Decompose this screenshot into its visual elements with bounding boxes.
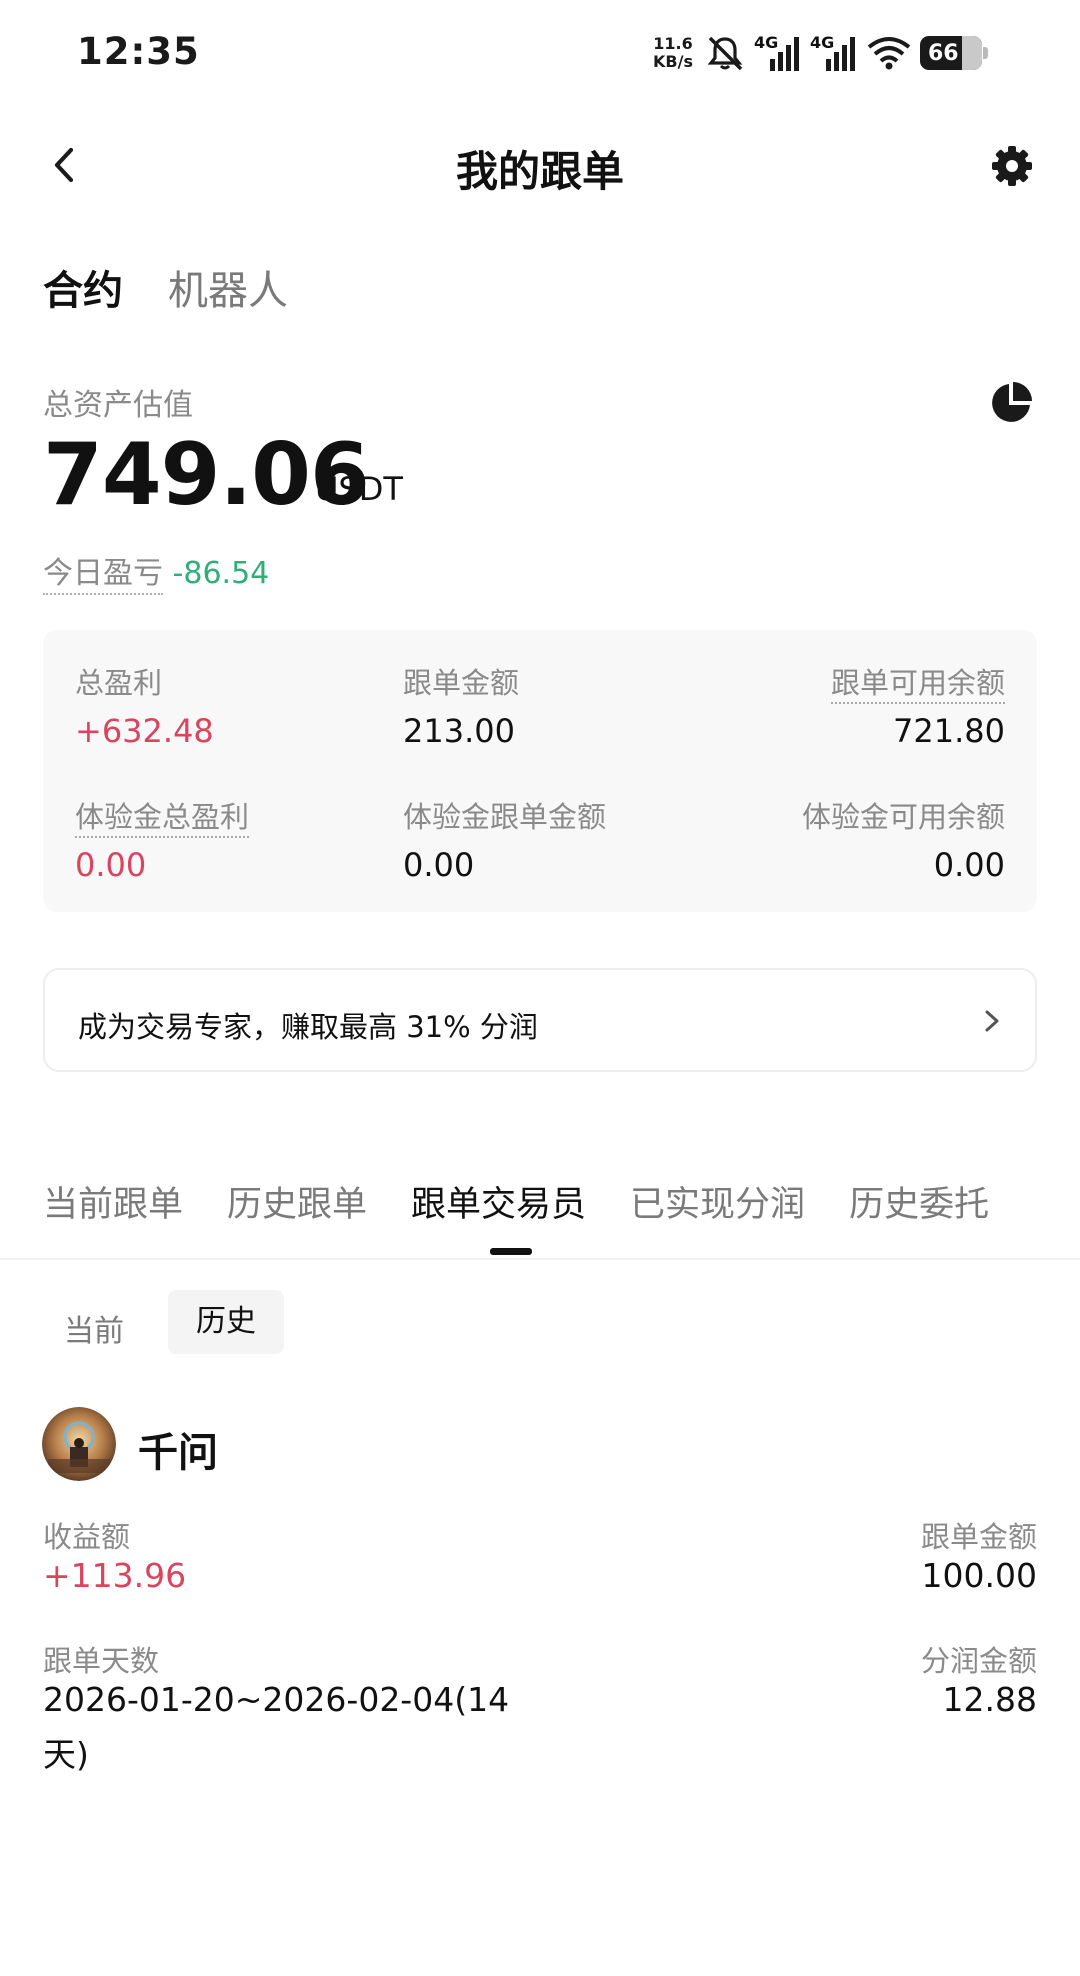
signal-4g-2: 4G [810,33,858,73]
status-time: 12:35 [77,30,200,73]
tab-current-copy[interactable]: 当前跟单 [43,1176,183,1227]
copy-days-value-line1: 2026-01-20~2026-02-04(14 [43,1680,510,1719]
stat-trial-copy-label: 体验金跟单金额 [403,800,607,834]
stat-trial-profit: 体验金总盈利 0.00 [75,794,250,884]
stat-total-profit: 总盈利 +632.48 [75,660,214,750]
segment-history[interactable]: 历史 [168,1290,284,1354]
signal-4g-1: 4G [754,33,802,73]
wifi-icon [867,37,911,70]
sub-tabs: 当前跟单 历史跟单 跟单交易员 已实现分润 历史委托 [43,1176,989,1227]
net-speed: 11.6 KB/s [650,35,696,71]
banner-text: 成为交易专家，赚取最高 31% 分润 [78,1010,538,1044]
earnings-label: 收益额 [43,1520,131,1554]
battery-indicator: 66 [920,36,988,70]
signal-bars-icon [826,37,855,71]
page-title: 我的跟单 [455,147,624,196]
today-pnl-value: -86.54 [172,556,270,591]
net-speed-unit: KB/s [653,52,693,71]
stat-available-label[interactable]: 跟单可用余额 [830,666,1005,704]
stat-trial-profit-value: 0.00 [75,846,147,884]
stat-available: 跟单可用余额 721.80 [830,660,1005,750]
battery-level: 66 [928,40,959,66]
total-assets-unit: USDT [315,470,403,508]
chevron-right-icon [985,1010,999,1032]
stat-trial-available-label: 体验金可用余额 [801,800,1005,834]
stat-trial-profit-label[interactable]: 体验金总盈利 [75,800,250,838]
today-pnl[interactable]: 今日盈亏 -86.54 [43,548,270,595]
stat-available-value: 721.80 [893,712,1005,750]
pie-chart-icon[interactable] [988,380,1034,426]
stat-trial-available-value: 0.00 [933,846,1005,884]
tab-realized-profit-share[interactable]: 已实现分润 [630,1176,805,1227]
total-assets-label: 总资产估值 [43,388,193,423]
trader-avatar[interactable] [42,1407,116,1481]
stat-copy-amount-value: 213.00 [403,712,515,750]
copy-amount-label: 跟单金额 [920,1520,1037,1554]
active-tab-indicator [490,1248,532,1255]
stat-copy-amount-label: 跟单金额 [403,666,520,700]
net-speed-value: 11.6 [653,34,693,53]
stat-trial-copy-value: 0.00 [403,846,475,884]
profit-share-value: 12.88 [942,1680,1037,1719]
divider [0,1258,1080,1260]
become-expert-banner[interactable]: 成为交易专家，赚取最高 31% 分润 [43,968,1037,1072]
earnings-value: +113.96 [43,1556,187,1595]
copy-days-value-line2: 天) [43,1735,89,1774]
tab-copy-traders[interactable]: 跟单交易员 [411,1176,586,1227]
tab-history-orders[interactable]: 历史委托 [849,1176,989,1227]
bell-muted-icon [707,36,743,71]
stat-total-profit-value: +632.48 [75,712,214,750]
segment-current[interactable]: 当前 [64,1306,124,1350]
settings-gear-icon[interactable] [986,140,1038,192]
stat-copy-amount: 跟单金额 213.00 [403,660,519,750]
stat-trial-available: 体验金可用余额 0.00 [802,794,1005,884]
stats-card: 总盈利 +632.48 跟单金额 213.00 跟单可用余额 721.80 体验… [43,630,1037,912]
profit-share-label: 分润金额 [920,1644,1037,1678]
today-pnl-label[interactable]: 今日盈亏 [43,556,163,595]
copy-days-label: 跟单天数 [43,1644,160,1678]
trader-name: 千问 [138,1430,218,1476]
copy-amount-value: 100.00 [921,1556,1037,1595]
stat-total-profit-label: 总盈利 [75,666,163,700]
tab-contract[interactable]: 合约 [43,258,123,316]
stat-trial-copy: 体验金跟单金额 0.00 [403,794,606,884]
tab-robot[interactable]: 机器人 [168,258,288,316]
status-icons: 11.6 KB/s 4G 4G 66 [650,28,988,78]
tab-history-copy[interactable]: 历史跟单 [227,1176,367,1227]
signal-bars-icon [770,37,799,71]
